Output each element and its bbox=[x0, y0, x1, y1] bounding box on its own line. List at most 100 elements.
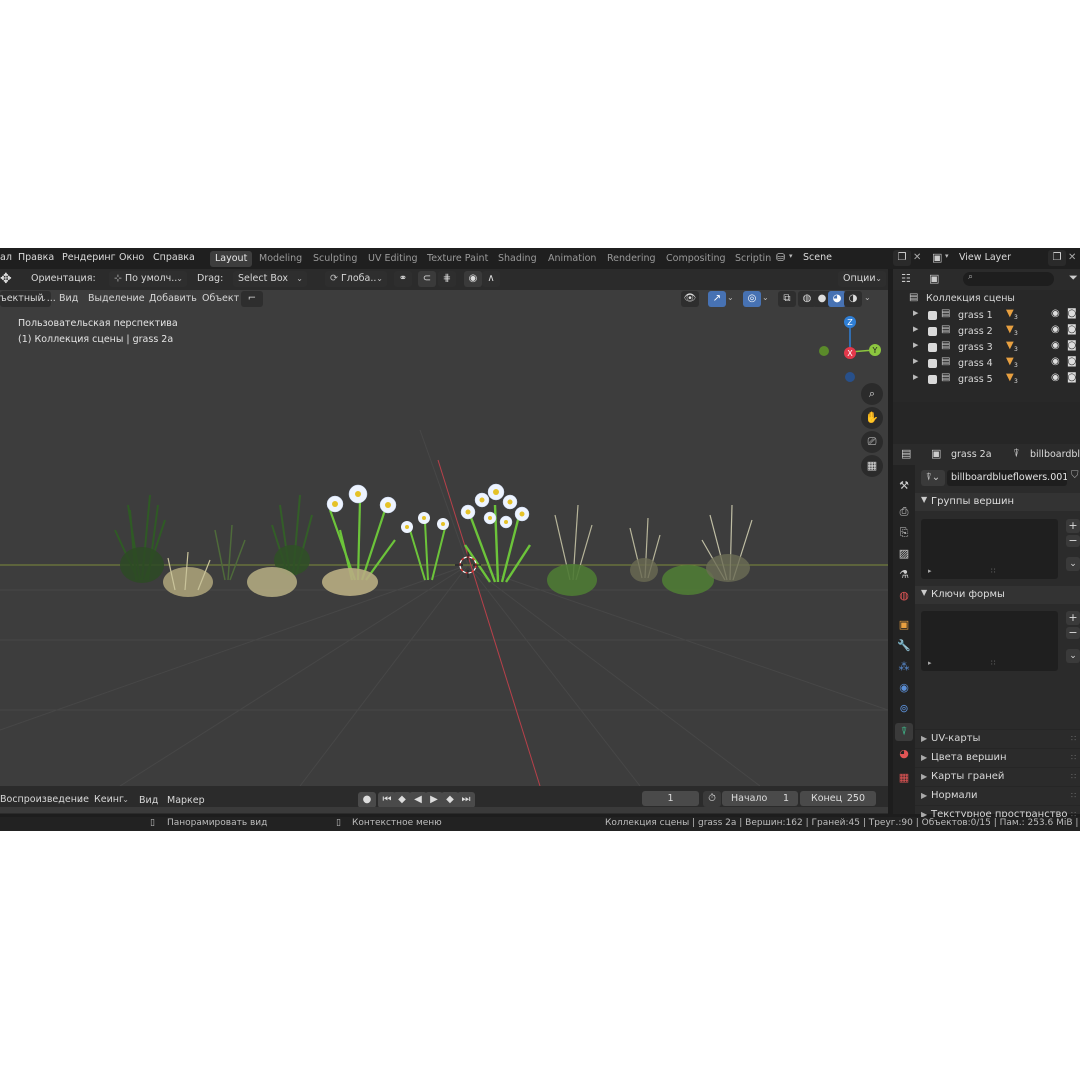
add-shape-key-button[interactable]: + bbox=[1066, 611, 1080, 625]
shape-keys-list[interactable]: ▸ ∷ bbox=[921, 611, 1058, 671]
grass-objects[interactable] bbox=[114, 483, 753, 597]
drag-handle-icon[interactable]: ∷ bbox=[1071, 730, 1076, 748]
mesh-browse-icon[interactable]: ⍒⌄ bbox=[921, 470, 945, 486]
tab-uv-editing[interactable]: UV Editing bbox=[363, 251, 423, 267]
texture-tab-icon[interactable]: ▦ bbox=[895, 769, 913, 787]
close-icon[interactable]: ✕ bbox=[1068, 252, 1076, 263]
close-icon[interactable]: ✕ bbox=[913, 252, 921, 263]
drag-handle-icon[interactable]: ∷ bbox=[1071, 787, 1076, 805]
render-camera-icon[interactable]: ◙ bbox=[1067, 324, 1077, 335]
properties-editor-icon[interactable]: ▤ bbox=[901, 447, 911, 460]
chevron-down-icon[interactable]: ⌄ bbox=[1066, 557, 1080, 571]
tab-sculpting[interactable]: Sculpting bbox=[308, 251, 362, 267]
list-expand-icon[interactable]: ▸ bbox=[928, 567, 932, 575]
object-name-breadcrumb[interactable]: grass 2a bbox=[951, 449, 992, 460]
remove-vertex-group-button[interactable]: − bbox=[1066, 535, 1080, 547]
tool-tab-icon[interactable]: ⚒ bbox=[895, 477, 913, 495]
constraints-tab-icon[interactable]: ⊚ bbox=[895, 700, 913, 718]
zoom-icon[interactable]: ⌕ bbox=[861, 383, 883, 405]
rendered-shading-icon[interactable]: ◑ bbox=[844, 291, 862, 307]
filter-view-icon[interactable]: ▣ bbox=[929, 272, 939, 285]
panel-header-1[interactable]: ▶ Цвета вершин ∷ bbox=[915, 748, 1080, 767]
chevron-down-icon[interactable]: ⌄ bbox=[1066, 649, 1080, 663]
scene-tab-icon[interactable]: ⚗ bbox=[895, 566, 913, 584]
timeline-scrollbar[interactable] bbox=[0, 807, 888, 813]
mode-dropdown[interactable]: ъектный ... ⌄ bbox=[0, 291, 56, 307]
xray-icon[interactable]: ⧉ bbox=[778, 291, 796, 307]
add-vertex-group-button[interactable]: + bbox=[1066, 519, 1080, 533]
menu-render[interactable]: Рендеринг bbox=[62, 252, 116, 263]
expand-arrow-icon[interactable]: ▶ bbox=[913, 357, 918, 365]
orientation-dropdown[interactable]: ⊹ По умолч.. ⌄ bbox=[109, 271, 187, 287]
menu-view[interactable]: Вид bbox=[59, 293, 78, 304]
expand-arrow-icon[interactable]: ▶ bbox=[913, 325, 918, 333]
drag-handle-icon[interactable]: ∷ bbox=[1071, 768, 1076, 786]
object-tab-icon[interactable]: ▣ bbox=[895, 616, 913, 634]
scene-collection-row[interactable]: ▤ Коллекция сцены bbox=[893, 292, 1080, 308]
render-camera-icon[interactable]: ◙ bbox=[1067, 340, 1077, 351]
filter-icon[interactable]: ⏷ bbox=[1069, 271, 1078, 285]
exclude-checkbox[interactable] bbox=[928, 375, 937, 384]
panel-header-3[interactable]: ▶ Нормали ∷ bbox=[915, 786, 1080, 805]
physics-tab-icon[interactable]: ◉ bbox=[895, 679, 913, 697]
eye-icon[interactable]: ◉ bbox=[1051, 340, 1060, 351]
start-frame-field[interactable]: Начало 1 bbox=[722, 791, 798, 806]
shape-keys-panel-header[interactable]: ▼ Ключи формы bbox=[915, 586, 1080, 604]
fake-user-shield-icon[interactable]: ⛉ bbox=[1071, 470, 1079, 481]
menu-object[interactable]: Объект bbox=[202, 293, 239, 304]
menu-help[interactable]: Справка bbox=[153, 252, 195, 263]
visibility-icon[interactable]: 👁 bbox=[681, 291, 699, 307]
tab-texture-paint[interactable]: Texture Paint bbox=[422, 251, 493, 267]
timeline-menu-view[interactable]: Вид bbox=[139, 795, 158, 806]
timeline-menu-marker[interactable]: Маркер bbox=[167, 795, 205, 806]
scene-icon[interactable]: ⛁ bbox=[776, 251, 785, 264]
move-tool-icon[interactable]: ✥ bbox=[0, 271, 12, 287]
exclude-checkbox[interactable] bbox=[928, 327, 937, 336]
view-layer-name[interactable]: View Layer bbox=[959, 252, 1011, 263]
tab-shading[interactable]: Shading bbox=[493, 251, 542, 267]
vertex-groups-panel-header[interactable]: ▼ Группы вершин bbox=[915, 493, 1080, 511]
tab-rendering[interactable]: Rendering bbox=[602, 251, 661, 267]
remove-shape-key-button[interactable]: − bbox=[1066, 627, 1080, 639]
falloff-icon[interactable]: ∧ bbox=[482, 271, 500, 287]
jump-end-icon[interactable]: ⏭ bbox=[457, 792, 475, 808]
render-camera-icon[interactable]: ◙ bbox=[1067, 356, 1077, 367]
render-tab-icon[interactable]: ⎙ bbox=[895, 503, 913, 521]
menu-add[interactable]: Добавить bbox=[149, 293, 197, 304]
menu-select[interactable]: Выделение bbox=[88, 293, 145, 304]
keying-dropdown[interactable]: Кеинг ⌄ bbox=[89, 792, 133, 808]
drag-handle-icon[interactable]: ∷ bbox=[1071, 749, 1076, 767]
exclude-checkbox[interactable] bbox=[928, 359, 937, 368]
mesh-name-field[interactable]: billboardblueflowers.001 bbox=[947, 470, 1067, 486]
navigation-gizmo[interactable]: Z Y X bbox=[812, 310, 888, 390]
list-resize-handle[interactable]: ∷ bbox=[991, 567, 995, 575]
output-tab-icon[interactable]: ⎘ bbox=[895, 524, 913, 542]
tab-scripting[interactable]: Scriptin bbox=[730, 251, 776, 267]
overlays-icon[interactable]: ◎ bbox=[743, 291, 761, 307]
outliner-item-grass-4[interactable]: ▶ ▤ grass 4 ▼ 3 ◉ ◙ bbox=[893, 356, 1080, 372]
menu-file[interactable]: ал bbox=[0, 252, 12, 263]
record-icon[interactable]: ● bbox=[358, 792, 376, 808]
panel-header-2[interactable]: ▶ Карты граней ∷ bbox=[915, 767, 1080, 786]
drag-dropdown[interactable]: Select Box ⌄ bbox=[233, 271, 307, 287]
scene-name[interactable]: Scene bbox=[803, 252, 832, 263]
playback-dropdown[interactable]: Воспроизведение ⌄ bbox=[0, 792, 89, 808]
new-view-layer-icon[interactable]: ❐ bbox=[1048, 250, 1066, 266]
snap-target-icon[interactable]: ⋕ bbox=[438, 271, 456, 287]
particles-tab-icon[interactable]: ⁂ bbox=[895, 658, 913, 676]
display-mode-icon[interactable]: ☷ bbox=[901, 272, 911, 285]
list-resize-handle[interactable]: ∷ bbox=[991, 659, 995, 667]
outliner-item-grass-5[interactable]: ▶ ▤ grass 5 ▼ 3 ◉ ◙ bbox=[893, 372, 1080, 388]
camera-icon[interactable]: ⎚ bbox=[861, 431, 883, 453]
transform-orientation-dropdown[interactable]: ⟳ Глоба.. ⌄ bbox=[325, 271, 387, 287]
mesh-data-tab-icon[interactable]: ⍒ bbox=[895, 723, 913, 741]
eye-icon[interactable]: ◉ bbox=[1051, 324, 1060, 335]
transform-gizmo-icon[interactable]: ⌐ bbox=[241, 291, 263, 307]
pivot-icon[interactable]: ⚭ bbox=[394, 271, 412, 287]
render-camera-icon[interactable]: ◙ bbox=[1067, 372, 1077, 383]
proportional-edit-icon[interactable]: ◉ bbox=[464, 271, 482, 287]
eye-icon[interactable]: ◉ bbox=[1051, 372, 1060, 383]
gizmo-toggle-icon[interactable]: ↗ bbox=[708, 291, 726, 307]
end-frame-field[interactable]: Конец 250 bbox=[800, 791, 876, 806]
vertex-groups-list[interactable]: ▸ ∷ bbox=[921, 519, 1058, 579]
